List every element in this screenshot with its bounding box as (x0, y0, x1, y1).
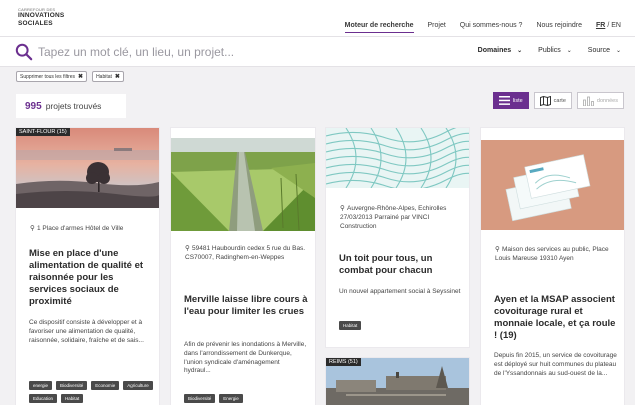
map-pin-icon: ⚲ (495, 246, 500, 253)
view-map-button[interactable]: carte (533, 92, 572, 109)
location-badge: REIMS (51) (326, 358, 361, 366)
filter-dropdowns: Domaines ⌄ Publics ⌄ Source ⌄ (478, 47, 621, 54)
project-title[interactable]: Un toit pour tous, un combat pour chacun (339, 253, 463, 277)
active-filters: Supprimer tous les filtres ✖ Habitat ✖ (16, 71, 124, 82)
filter-source[interactable]: Source ⌄ (588, 47, 621, 54)
view-data-button[interactable]: données (576, 92, 624, 109)
nav-join[interactable]: Nous rejoindre (536, 22, 582, 29)
project-card[interactable]: ⚲ Auvergne-Rhône-Alpes, Echirolles 27/03/… (326, 128, 469, 347)
clear-all-filters-chip[interactable]: Supprimer tous les filtres ✖ (16, 71, 88, 82)
project-tags: Biodiversité Energie (184, 394, 309, 403)
logo-line-2: SOCIALES (18, 19, 53, 27)
chevron-down-icon: ⌄ (615, 48, 621, 54)
lang-separator: / (607, 22, 610, 29)
project-location: ⚲ Maison des services au public, Place Lo… (495, 246, 620, 264)
lang-en[interactable]: EN (611, 22, 621, 29)
project-card[interactable]: ⚲ Maison des services au public, Place Lo… (481, 128, 624, 405)
view-map-label: carte (553, 97, 566, 104)
nav-about[interactable]: Qui sommes-nous ? (460, 22, 523, 29)
project-location: ⚲ Auvergne-Rhône-Alpes, Echirolles 27/03/… (340, 205, 465, 231)
tag[interactable]: Habitat (61, 394, 84, 403)
tag[interactable]: energie (29, 381, 53, 390)
close-icon[interactable]: ✖ (78, 73, 83, 80)
tag[interactable]: Biodiversité (184, 394, 216, 403)
project-location-text: 59481 Haubourdin cedex 5 rue du Bas. CS7… (185, 245, 306, 261)
project-card[interactable]: SAINT-FLOUR (15) ⚲ 1 Place d'armes Hôtel … (16, 128, 159, 405)
chip-label: Habitat (96, 73, 112, 80)
search-icon[interactable] (15, 43, 33, 61)
view-list-button[interactable]: liste (492, 92, 529, 109)
project-title[interactable]: Mise en place d'une alimentation de qual… (29, 248, 149, 307)
project-tags: Habitat (339, 321, 464, 330)
project-image-landscape (16, 128, 159, 208)
chevron-down-icon: ⌄ (517, 48, 523, 54)
tag[interactable]: Education (29, 394, 58, 403)
lang-fr[interactable]: FR (596, 22, 605, 29)
project-tags: energie Biodiversité Economie Agricultur… (29, 381, 154, 403)
site-logo[interactable]: CARREFOUR DES INNOVATIONS SOCIALES (18, 8, 64, 27)
results-count-label: projets trouvés (45, 101, 102, 111)
nav-search-engine[interactable]: Moteur de recherche (344, 22, 414, 33)
filter-publics-label: Publics (538, 47, 561, 54)
filter-publics[interactable]: Publics ⌄ (538, 47, 572, 54)
project-description: Un nouvel appartement social à Seyssinet (339, 288, 461, 295)
list-icon (498, 96, 510, 105)
project-location-text: 1 Place d'armes Hôtel de Ville (37, 225, 124, 232)
map-pin-icon: ⚲ (340, 205, 345, 212)
view-list-label: liste (512, 97, 523, 104)
language-switcher: FR / EN (596, 22, 621, 29)
nav-project[interactable]: Projet (428, 22, 446, 29)
logo-line-1: INNOVATIONS (18, 12, 65, 19)
filter-domaines-label: Domaines (477, 47, 512, 54)
project-description: Afin de prévenir les inondations à Mervi… (184, 341, 307, 375)
results-count: 995 projets trouvés (16, 94, 126, 118)
project-location: ⚲ 1 Place d'armes Hôtel de Ville (30, 225, 155, 234)
search-input[interactable] (38, 43, 438, 61)
top-navigation-bar: CARREFOUR DES INNOVATIONS SOCIALES Moteu… (0, 0, 635, 37)
tag[interactable]: Energie (219, 394, 243, 403)
view-data-label: données (596, 97, 618, 104)
filter-domaines[interactable]: Domaines ⌄ (478, 47, 523, 54)
view-toggle: liste carte données (492, 92, 624, 109)
project-description: Depuis fin 2015, un service de covoitura… (494, 352, 617, 377)
tag[interactable]: Agriculture (123, 381, 153, 390)
main-nav: Moteur de recherche Projet Qui sommes-no… (344, 18, 621, 33)
project-image-tickets (481, 140, 624, 230)
project-description: Ce dispositif consiste à développer et à… (29, 319, 144, 344)
filter-chip-habitat[interactable]: Habitat ✖ (92, 71, 124, 82)
filter-source-label: Source (587, 47, 610, 54)
project-image-pattern (326, 128, 469, 188)
bar-chart-icon (582, 96, 594, 106)
map-icon (539, 95, 551, 106)
location-badge: SAINT-FLOUR (15) (16, 128, 70, 136)
project-location-text: Auvergne-Rhône-Alpes, Echirolles 27/03/2… (340, 205, 447, 230)
project-title[interactable]: Ayen et la MSAP associent covoiturage ru… (494, 294, 620, 342)
tag[interactable]: Habitat (339, 321, 362, 330)
results-count-number: 995 (25, 100, 42, 112)
map-pin-icon: ⚲ (30, 225, 35, 232)
project-card[interactable]: REIMS (51) (326, 358, 469, 405)
project-image-canal (171, 138, 315, 231)
chevron-down-icon: ⌄ (566, 48, 572, 54)
project-title[interactable]: Merville laisse libre cours à l'eau pour… (184, 294, 310, 318)
project-location-text: Maison des services au public, Place Lou… (495, 246, 609, 262)
tag[interactable]: Biodiversité (56, 381, 88, 390)
map-pin-icon: ⚲ (185, 245, 190, 252)
tag[interactable]: Economie (91, 381, 120, 390)
project-location: ⚲ 59481 Haubourdin cedex 5 rue du Bas. CS… (185, 245, 311, 263)
close-icon[interactable]: ✖ (115, 73, 120, 80)
chip-label: Supprimer tous les filtres (20, 73, 76, 80)
project-card[interactable]: ⚲ 59481 Haubourdin cedex 5 rue du Bas. CS… (171, 128, 315, 405)
search-bar: Domaines ⌄ Publics ⌄ Source ⌄ (0, 37, 635, 67)
